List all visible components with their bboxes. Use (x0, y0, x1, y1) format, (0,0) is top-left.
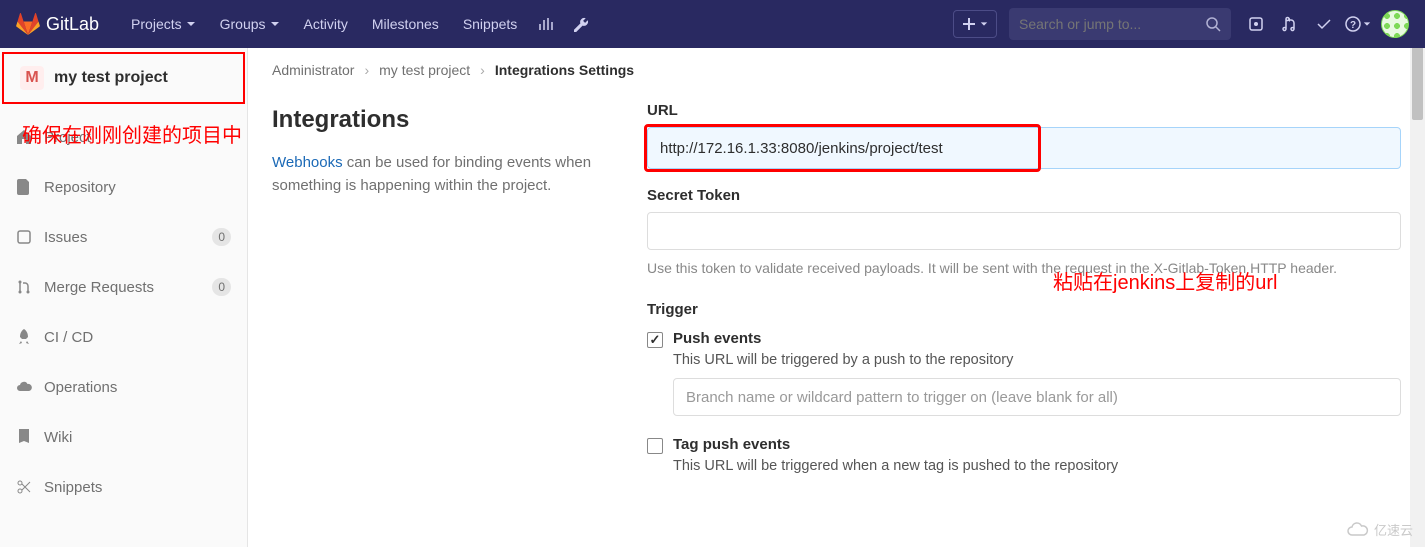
global-search[interactable] (1009, 8, 1231, 40)
secret-token-input[interactable] (647, 212, 1401, 250)
activity-chart-icon[interactable] (529, 0, 563, 48)
nav-activity[interactable]: Activity (292, 0, 360, 48)
file-icon (17, 179, 31, 195)
svg-text:?: ? (1350, 20, 1356, 31)
sidebar-project-header[interactable]: M my test project (2, 52, 245, 104)
page-title: Integrations (272, 106, 607, 134)
plus-icon (962, 17, 976, 31)
search-input[interactable] (1019, 16, 1205, 32)
token-help-text: Use this token to validate received payl… (647, 258, 1401, 279)
push-branch-filter-input[interactable] (673, 378, 1401, 416)
push-events-label: Push events (673, 330, 761, 347)
breadcrumb-current: Integrations Settings (495, 62, 634, 78)
url-input-full[interactable] (647, 127, 1401, 169)
brand-text: GitLab (46, 14, 99, 35)
todos-icon[interactable] (1307, 0, 1341, 48)
push-events-checkbox[interactable] (647, 332, 663, 348)
user-avatar[interactable] (1381, 10, 1409, 38)
breadcrumb-separator: › (364, 62, 369, 78)
search-icon (1205, 16, 1221, 32)
book-icon (17, 429, 31, 445)
sidebar-item-issues[interactable]: Issues0 (0, 216, 247, 258)
main-content: Administrator › my test project › Integr… (248, 48, 1425, 547)
top-header: GitLab Projects Groups Activity Mileston… (0, 0, 1425, 48)
chevron-down-icon (1363, 20, 1371, 28)
merge-icon (16, 279, 32, 295)
wrench-icon[interactable] (563, 0, 597, 48)
tag-push-events-label: Tag push events (673, 436, 790, 453)
issues-icon (16, 229, 32, 245)
tag-push-events-checkbox[interactable] (647, 438, 663, 454)
chevron-down-icon (186, 19, 196, 29)
gitlab-logo-icon (16, 12, 40, 36)
breadcrumb-project[interactable]: my test project (379, 62, 470, 78)
webhooks-link[interactable]: Webhooks (272, 154, 343, 171)
breadcrumb-separator: › (480, 62, 485, 78)
sidebar-item-merge-requests[interactable]: Merge Requests0 (0, 266, 247, 308)
sidebar-item-operations[interactable]: Operations (0, 366, 247, 408)
nav-milestones[interactable]: Milestones (360, 0, 451, 48)
annotation-url: 粘贴在jenkins上复制的url (1053, 266, 1277, 295)
new-dropdown-button[interactable] (953, 10, 997, 38)
nav-snippets[interactable]: Snippets (451, 0, 529, 48)
sidebar-item-wiki[interactable]: Wiki (0, 416, 247, 458)
help-icon[interactable]: ? (1341, 0, 1375, 48)
token-label: Secret Token (647, 187, 1401, 204)
url-label: URL (647, 102, 1401, 119)
push-events-desc: This URL will be triggered by a push to … (673, 352, 1401, 368)
sidebar-item-snippets[interactable]: Snippets (0, 466, 247, 508)
sidebar-item-repository[interactable]: Repository (0, 166, 247, 208)
tag-push-events-desc: This URL will be triggered when a new ta… (673, 458, 1401, 474)
scissors-icon (16, 479, 32, 495)
mr-count-badge: 0 (212, 278, 231, 296)
nav-projects[interactable]: Projects (119, 0, 208, 48)
trigger-label: Trigger (647, 301, 1401, 318)
chevron-down-icon (270, 19, 280, 29)
chevron-down-icon (980, 20, 988, 28)
project-avatar: M (20, 66, 44, 90)
page-description: Webhooks can be used for binding events … (272, 152, 607, 197)
breadcrumb-owner[interactable]: Administrator (272, 62, 354, 78)
cloud-icon (16, 379, 32, 395)
nav-groups[interactable]: Groups (208, 0, 292, 48)
sidebar-item-cicd[interactable]: CI / CD (0, 316, 247, 358)
merge-requests-shortcut-icon[interactable] (1273, 0, 1307, 48)
cloud-watermark-icon (1346, 522, 1370, 538)
project-name: my test project (54, 69, 168, 87)
issues-shortcut-icon[interactable] (1239, 0, 1273, 48)
breadcrumb: Administrator › my test project › Integr… (272, 62, 1401, 78)
annotation-project: 确保在刚刚创建的项目中 (22, 119, 242, 148)
rocket-icon (16, 329, 32, 345)
issues-count-badge: 0 (212, 228, 231, 246)
watermark: 亿速云 (1346, 520, 1413, 539)
brand-logo[interactable]: GitLab (16, 12, 99, 36)
